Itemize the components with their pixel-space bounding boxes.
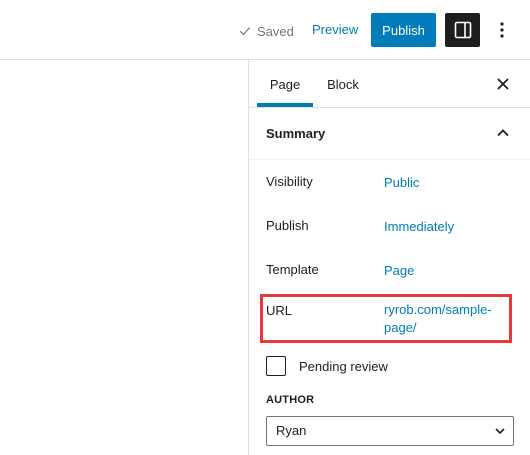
close-sidebar-button[interactable] [493,74,513,94]
publish-date-value[interactable]: Immediately [384,219,454,234]
publish-button[interactable]: Publish [371,13,436,47]
url-value[interactable]: ryrob.com/sample-page/ [384,301,504,337]
saved-indicator: Saved [238,22,294,40]
publish-label: Publish [266,218,309,233]
summary-panel-toggle[interactable]: Summary [249,108,530,160]
saved-label: Saved [257,23,294,39]
url-label: URL [266,303,293,318]
tab-block[interactable]: Block [315,60,371,107]
chevron-down-icon [495,428,505,435]
visibility-label: Visibility [266,174,313,189]
author-label: AUTHOR [266,394,315,406]
pending-review-checkbox[interactable] [266,356,286,376]
settings-sidebar: Page Block Summary Visibility Public Pub… [248,60,530,455]
preview-button[interactable]: Preview [312,22,358,37]
sidebar-tabs: Page Block [249,60,530,108]
template-value[interactable]: Page [384,263,414,278]
options-menu-button[interactable] [492,16,512,44]
close-icon [497,78,509,90]
settings-toggle-button[interactable] [445,13,480,47]
more-vertical-icon [500,22,504,38]
check-icon [239,27,251,36]
pending-review-label: Pending review [299,359,388,374]
template-label: Template [266,262,319,277]
tab-page[interactable]: Page [257,60,313,107]
author-select[interactable]: Ryan [266,416,514,446]
chevron-up-icon [497,129,509,137]
visibility-value[interactable]: Public [384,175,419,190]
editor-header: Saved Preview Publish [0,0,530,60]
author-selected-value: Ryan [276,423,307,438]
summary-title: Summary [266,126,326,141]
sidebar-layout-icon [454,21,471,39]
